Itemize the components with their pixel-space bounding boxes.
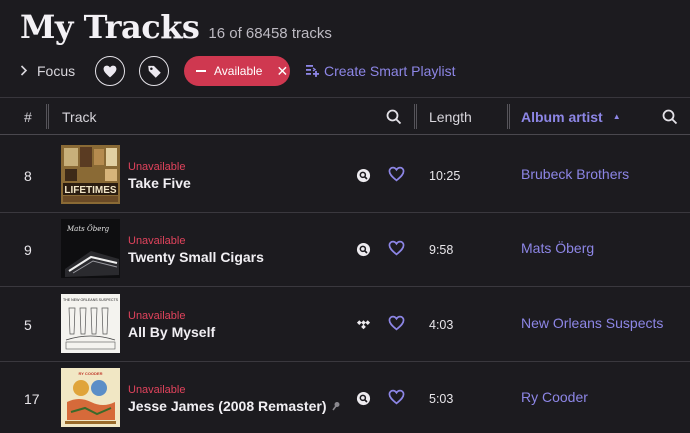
album-artist-link[interactable]: Brubeck Brothers: [521, 166, 629, 182]
unavailable-label: Unavailable: [128, 310, 186, 322]
track-length: 4:03: [429, 318, 454, 332]
album-art-text: LIFETIMES: [64, 185, 117, 196]
table-row[interactable]: 5 THE NEW ORLEANS SUSPECTS Unavailable A…: [0, 287, 690, 362]
column-length[interactable]: Length: [429, 98, 472, 135]
table-row[interactable]: 9 Mats Öberg Unavailable Twenty Small Ci…: [0, 212, 690, 287]
track-number: 8: [24, 168, 32, 184]
album-art: THE NEW ORLEANS SUSPECTS: [61, 294, 120, 353]
unavailable-label: Unavailable: [128, 161, 186, 173]
smart-playlist-label: Create Smart Playlist: [324, 63, 456, 79]
heart-icon[interactable]: [388, 240, 405, 261]
heart-icon: [103, 65, 117, 77]
table-row[interactable]: 17 RY COODER Unavailable Jesse James (20…: [0, 361, 690, 433]
heart-icon[interactable]: [388, 389, 405, 410]
album-art-text: RY COODER: [78, 371, 102, 376]
album-art: RY COODER: [61, 368, 120, 427]
album-art-text: THE NEW ORLEANS SUSPECTS: [63, 298, 119, 302]
column-album-artist-label: Album artist: [521, 108, 603, 125]
search-source-icon[interactable]: [356, 391, 371, 411]
track-search-button[interactable]: [386, 98, 402, 135]
heart-icon[interactable]: [388, 166, 405, 187]
page-title: My Tracks: [20, 8, 200, 46]
column-resize-handle[interactable]: [507, 104, 510, 129]
track-title[interactable]: Take Five: [128, 175, 191, 191]
page-header: My Tracks 16 of 68458 tracks: [20, 8, 332, 46]
close-icon[interactable]: ✕: [276, 63, 288, 80]
focus-toggle[interactable]: Focus: [20, 63, 75, 79]
available-filter-chip[interactable]: Available ✕: [184, 56, 290, 86]
track-length: 9:58: [429, 243, 454, 257]
column-number[interactable]: #: [24, 98, 32, 135]
focus-label: Focus: [37, 63, 76, 79]
track-number: 9: [24, 242, 32, 258]
tidal-icon[interactable]: [356, 317, 371, 337]
album-art-text: Mats Öberg: [66, 224, 110, 233]
column-resize-handle[interactable]: [46, 104, 49, 129]
favorites-filter-button[interactable]: [95, 56, 125, 86]
microphone-icon: [331, 399, 340, 415]
track-title: Jesse James (2008 Remaster): [128, 398, 327, 414]
column-album-artist[interactable]: Album artist ▲: [521, 98, 621, 135]
album-artist-link[interactable]: Ry Cooder: [521, 389, 588, 405]
create-smart-playlist-button[interactable]: Create Smart Playlist: [306, 63, 455, 79]
table-header: # Track Length Album artist ▲: [0, 97, 690, 135]
smart-playlist-icon: [306, 65, 319, 77]
unavailable-label: Unavailable: [128, 384, 186, 396]
track-count: 16 of 68458 tracks: [208, 25, 332, 42]
track-number: 17: [24, 391, 40, 407]
sort-ascending-icon: ▲: [612, 112, 621, 121]
track-title[interactable]: All By Myself: [128, 324, 215, 340]
search-source-icon[interactable]: [356, 168, 371, 188]
search-icon: [386, 109, 402, 124]
track-length: 5:03: [429, 392, 454, 406]
column-resize-handle[interactable]: [414, 104, 417, 129]
track-number: 5: [24, 317, 32, 333]
album-art: Mats Öberg: [61, 219, 120, 278]
column-track[interactable]: Track: [62, 98, 96, 135]
album-art: LIFETIMES: [61, 145, 120, 204]
chevron-right-icon: [20, 64, 28, 79]
track-title-container[interactable]: Jesse James (2008 Remaster): [128, 398, 340, 415]
album-artist-search-button[interactable]: [662, 98, 678, 135]
minus-icon: [196, 70, 206, 72]
track-title[interactable]: Twenty Small Cigars: [128, 249, 264, 265]
tag-filter-button[interactable]: [139, 56, 169, 86]
tag-icon: [147, 65, 161, 78]
heart-icon[interactable]: [388, 315, 405, 336]
unavailable-label: Unavailable: [128, 235, 186, 247]
search-icon: [662, 109, 678, 124]
track-length: 10:25: [429, 169, 461, 183]
chip-label: Available: [214, 64, 263, 78]
album-artist-link[interactable]: Mats Öberg: [521, 240, 594, 256]
album-artist-link[interactable]: New Orleans Suspects: [521, 315, 663, 331]
table-row[interactable]: 8 LIFETIMES Unavailable Take Five 10:25 …: [0, 138, 690, 213]
search-source-icon[interactable]: [356, 242, 371, 262]
toolbar: Focus Available ✕ Create Smart Playlist: [20, 55, 690, 87]
